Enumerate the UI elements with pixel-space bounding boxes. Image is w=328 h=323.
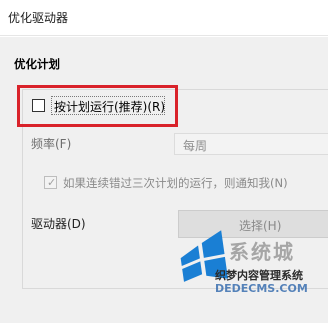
drives-label: 驱动器(D) [31, 217, 86, 231]
window-title: 优化驱动器 [8, 11, 69, 25]
title-bar[interactable]: 优化驱动器 [0, 0, 328, 36]
annotation-highlight-box [17, 85, 178, 127]
frequency-label: 频率(F) [31, 137, 72, 151]
frequency-select[interactable]: 每周 [174, 133, 328, 155]
section-heading: 优化计划 [14, 57, 60, 71]
check-icon: ✓ [47, 176, 57, 189]
watermark: 系统城 织梦内容管理系统 DEDECMS.COM [165, 230, 328, 323]
frequency-select-value: 每周 [183, 139, 208, 153]
watermark-big-text: 系统城 [229, 240, 295, 264]
notify-label[interactable]: 如果连续错过三次计划的运行，则通知我(N) [63, 175, 288, 191]
optimize-drives-dialog: 优化驱动器 优化计划 按计划运行(推荐)(R) 频率(F) 每周 ✓ 如果连续错… [0, 0, 328, 323]
watermark-small-text: 织梦内容管理系统 [215, 269, 303, 282]
watermark-url-text: DEDECMS.COM [215, 282, 308, 295]
notify-checkbox[interactable]: ✓ [44, 176, 57, 189]
